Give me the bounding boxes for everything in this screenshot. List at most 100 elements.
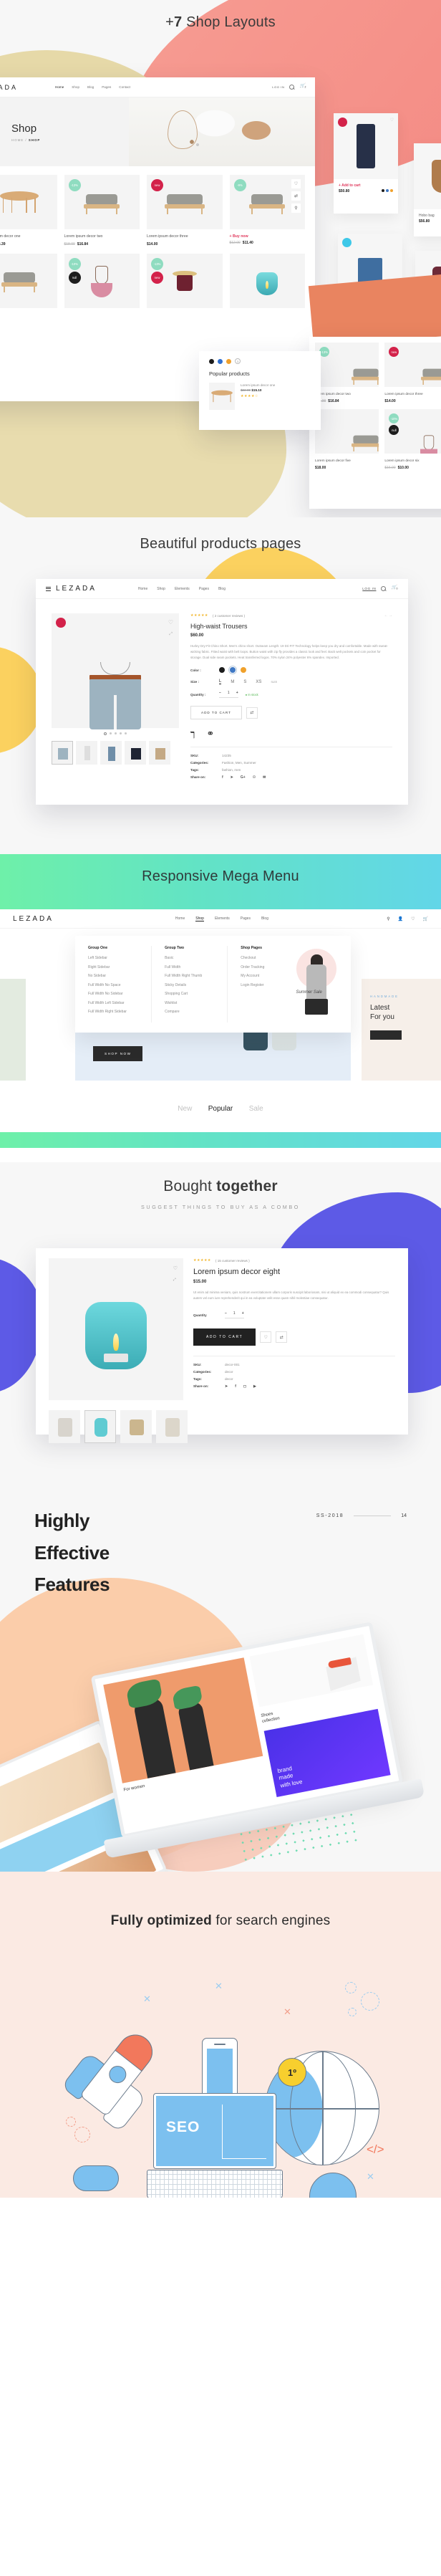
add-to-cart-button[interactable]: ADD TO CART: [193, 1328, 256, 1346]
promo-button[interactable]: [370, 1030, 402, 1040]
wishlist-icon[interactable]: ♡: [260, 1331, 272, 1344]
youtube-icon[interactable]: ▶: [253, 1384, 256, 1389]
breadcrumb-home[interactable]: HOME: [11, 138, 24, 142]
quantity-stepper[interactable]: − 1 +: [219, 691, 238, 699]
product-card[interactable]: -10% null: [64, 253, 140, 308]
product-card[interactable]: Lorem ipsum decor five $18.00: [315, 409, 379, 470]
gallery-thumb-active[interactable]: [84, 1410, 116, 1443]
search-icon[interactable]: [381, 586, 387, 591]
color-filter-dots[interactable]: 3: [199, 351, 321, 364]
review-count[interactable]: ( 15 customer reviews ): [215, 1259, 250, 1263]
categories-value[interactable]: Fashion, Men, Summer: [222, 761, 256, 765]
gallery-thumb[interactable]: [49, 1410, 80, 1443]
product-filter-tabs[interactable]: New Popular Sale: [0, 1101, 441, 1114]
gallery-dot[interactable]: [120, 732, 122, 734]
size-option-s[interactable]: S: [243, 680, 246, 684]
swatch-black[interactable]: [209, 358, 214, 364]
quantity-stepper[interactable]: − 1 +: [225, 1311, 244, 1319]
nav-item-elements[interactable]: Elements: [175, 587, 190, 591]
menu-link[interactable]: Full Width No Sidebar: [88, 992, 151, 996]
nav-item-pages[interactable]: Pages: [102, 85, 111, 89]
facebook-icon[interactable]: f: [235, 1384, 236, 1389]
size-guide-link[interactable]: SIZE: [271, 680, 277, 684]
gallery-thumbnails[interactable]: [52, 741, 179, 765]
menu-link[interactable]: Wishlist: [165, 1001, 227, 1005]
menu-link[interactable]: Full Width Left Sidebar: [88, 1001, 151, 1005]
size-option-xs[interactable]: XS: [256, 680, 261, 684]
account-icon[interactable]: 👤: [398, 916, 403, 921]
swatch-orange[interactable]: [241, 667, 246, 674]
nav-item-blog[interactable]: Blog: [261, 916, 268, 921]
swatch-black[interactable]: [382, 189, 384, 192]
wishlist-icon[interactable]: ♡: [390, 118, 394, 123]
gallery-dot[interactable]: [110, 732, 112, 734]
size-option-l[interactable]: L: [219, 679, 222, 685]
filter-tab-sale[interactable]: Sale: [249, 1105, 263, 1113]
quantity-selector[interactable]: Quantity − 1 +: [193, 1311, 395, 1319]
wishlist-icon[interactable]: ♡: [173, 1265, 178, 1271]
more-colors-badge[interactable]: 3: [235, 358, 241, 364]
nav-item-shop[interactable]: Shop: [195, 916, 204, 921]
menu-link[interactable]: Login Register: [241, 983, 290, 987]
nav-item-home[interactable]: Home: [175, 916, 185, 921]
product-hover-actions[interactable]: ♡ ⇄ ⚲: [291, 179, 301, 213]
shop-now-button[interactable]: SHOP NOW: [93, 1046, 143, 1061]
gallery-thumb[interactable]: [76, 741, 97, 765]
nav-item-contact[interactable]: Contact: [119, 85, 130, 89]
gallery-thumb[interactable]: [156, 1410, 188, 1443]
cart-icon-wrap[interactable]: 0: [391, 585, 398, 592]
product-card[interactable]: new Lorem ipsum decor three $14.00: [147, 175, 223, 246]
main-nav[interactable]: Home Shop Blog Pages Contact: [55, 85, 130, 89]
gallery-thumb[interactable]: [52, 741, 73, 765]
compare-icon[interactable]: ⇄: [291, 191, 301, 201]
review-count[interactable]: ( 2 customer reviews ): [213, 614, 245, 618]
menu-link[interactable]: Basic: [165, 956, 227, 960]
nav-item-pages[interactable]: Pages: [199, 587, 209, 591]
add-to-cart-link[interactable]: + Add to cart: [334, 179, 398, 188]
wishlist-icon[interactable]: ♡: [291, 179, 301, 188]
hamburger-menu-icon[interactable]: [46, 586, 51, 591]
product-card[interactable]: -13% Lorem ipsum decor two $18.00$16.84: [64, 175, 140, 246]
quickview-search-icon[interactable]: ⚲: [291, 204, 301, 213]
search-icon[interactable]: ⚲: [387, 916, 389, 921]
menu-link[interactable]: Shopping Cart: [165, 992, 227, 996]
qty-decrement[interactable]: −: [219, 691, 221, 695]
menu-link[interactable]: Checkout: [241, 956, 290, 960]
compare-icon[interactable]: ⇄: [276, 1331, 288, 1344]
menu-link[interactable]: Full Width No Space: [88, 983, 151, 987]
email-icon[interactable]: ✉: [263, 775, 266, 780]
share-icons[interactable]: ➤ f ◻ ▶: [225, 1384, 256, 1389]
login-link[interactable]: LOG IN: [272, 85, 284, 89]
floating-product-card[interactable]: ♡ + Add to cart $50.80: [334, 113, 398, 214]
size-option-m[interactable]: M: [231, 680, 234, 684]
swatch-black[interactable]: [219, 667, 225, 674]
product-card[interactable]: -13% Lorem ipsum decor two $18.00$16.84: [315, 343, 379, 403]
menu-link[interactable]: Order Tracking: [241, 965, 290, 969]
nav-item-shop[interactable]: Shop: [157, 587, 165, 591]
nav-item-pages[interactable]: Pages: [241, 916, 251, 921]
menu-link[interactable]: Compare: [165, 1010, 227, 1014]
product-card[interactable]: -10% null Lorem ipsum decor six $16.00 $10…: [384, 409, 441, 470]
promo-card-right[interactable]: HANDMADE Latest For you: [362, 979, 441, 1081]
product-card[interactable]: -13% new: [147, 253, 223, 308]
nav-item-home[interactable]: Home: [55, 85, 64, 89]
wishlist-icon[interactable]: ♡: [168, 619, 173, 626]
menu-link[interactable]: My Account: [241, 974, 290, 978]
cart-icon[interactable]: 🛒: [423, 916, 428, 921]
product-card[interactable]: -10% new Lorem ipsum decor one $22.00$16…: [0, 175, 57, 246]
nav-item-shop[interactable]: Shop: [72, 85, 79, 89]
cart-actions[interactable]: ADD TO CART ♡ ⇄: [193, 1328, 395, 1346]
color-swatches[interactable]: [382, 189, 393, 192]
twitter-icon[interactable]: ➤: [225, 1384, 228, 1389]
product-card[interactable]: new Lorem ipsum decor three $14.00: [384, 343, 441, 403]
swatch-orange[interactable]: [390, 189, 393, 192]
brand-banner-tile[interactable]: brand made with love: [263, 1708, 391, 1798]
qty-increment[interactable]: +: [242, 1311, 244, 1316]
categories-value[interactable]: decor: [225, 1370, 233, 1374]
add-to-cart-button[interactable]: ADD TO CART: [190, 706, 242, 720]
tags-value[interactable]: decor: [225, 1377, 233, 1381]
quantity-selector[interactable]: Quantity : − 1 + ● In stock: [190, 691, 392, 699]
main-nav[interactable]: Home Shop Elements Pages Blog: [175, 916, 268, 921]
main-nav[interactable]: Home Shop Elements Pages Blog: [138, 587, 226, 591]
product-card[interactable]: [229, 253, 305, 308]
